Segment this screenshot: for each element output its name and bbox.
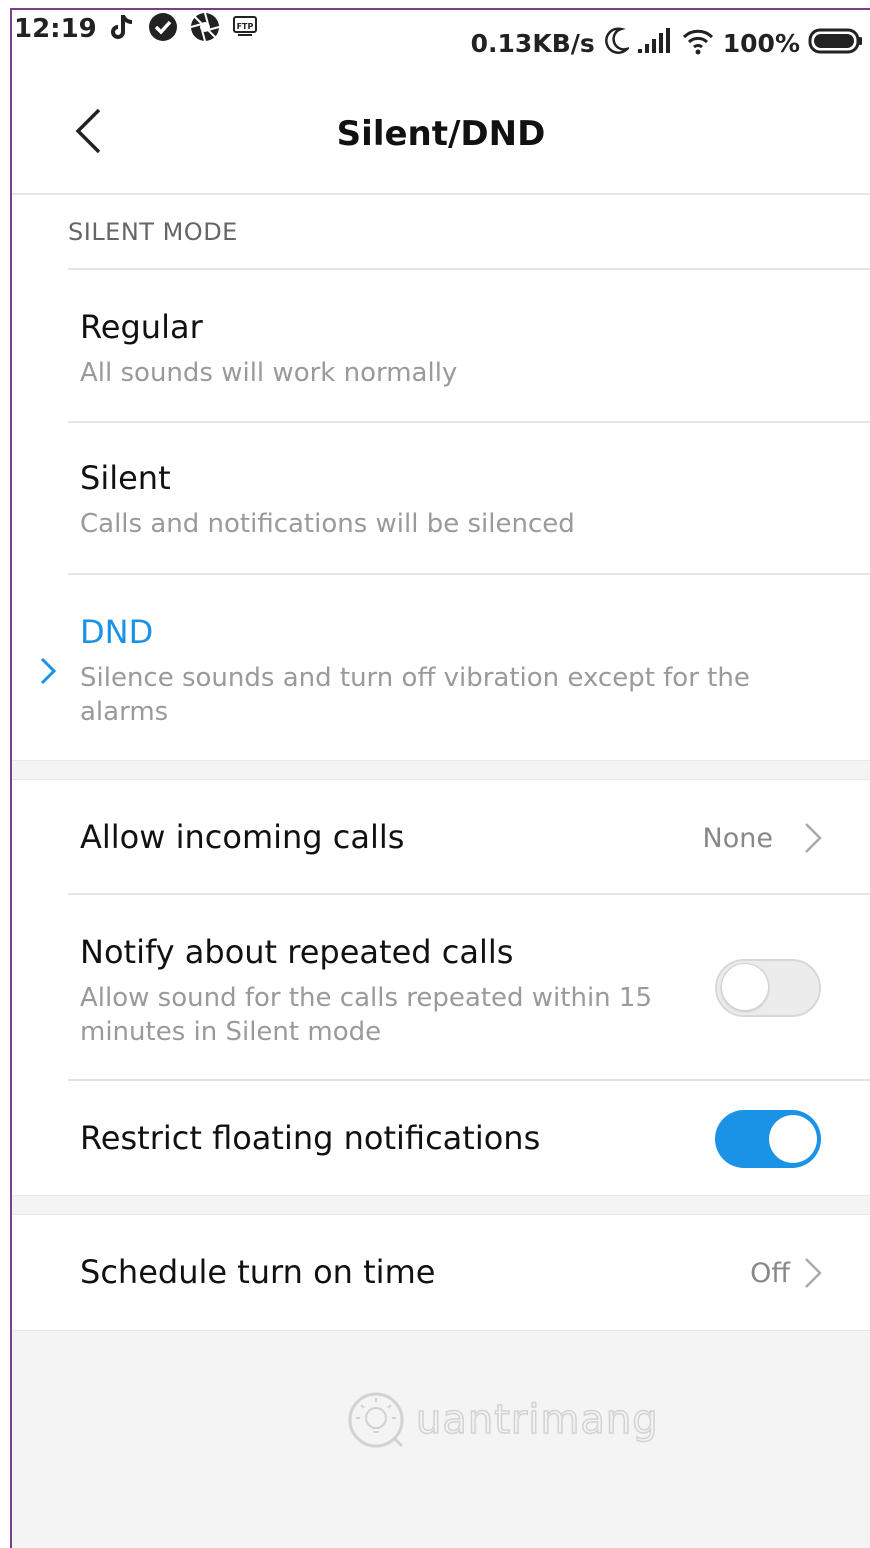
watermark-logo: uantrimang [346, 1388, 659, 1452]
row-title: Schedule turn on time [80, 1253, 436, 1291]
lightbulb-icon [348, 1392, 404, 1448]
restrict-floating-row: Restrict floating notifications [12, 1081, 870, 1195]
allow-incoming-calls-row[interactable]: Allow incoming calls None [12, 780, 870, 893]
mode-option-subtitle: Calls and notifications will be silenced [80, 509, 575, 539]
mode-option-dnd[interactable]: DND Silence sounds and turn off vibratio… [12, 575, 870, 760]
mode-option-silent[interactable]: Silent Calls and notifications will be s… [12, 423, 870, 574]
tiktok-icon [108, 12, 136, 46]
section-label-silent-mode: SILENT MODE [68, 218, 238, 246]
wifi-icon [681, 27, 715, 59]
svg-text:FTP: FTP [237, 22, 254, 31]
toggle-knob [721, 963, 769, 1011]
row-subtitle: Allow sound for the calls repeated withi… [80, 983, 652, 1047]
battery-percent: 100% [722, 28, 800, 58]
frame-border-top [10, 8, 870, 10]
screen: 12:19 FTP 0.13KB/s 100% Silent/DND SILEN… [0, 0, 870, 1548]
mode-option-title: DND [80, 613, 154, 651]
mode-option-title: Regular [80, 308, 203, 346]
chevron-right-icon [40, 657, 57, 689]
header-divider [12, 193, 870, 195]
watermark-text: uantrimang [415, 1396, 659, 1444]
restrict-floating-toggle[interactable] [715, 1110, 821, 1168]
status-right: 0.13KB/s 100% [471, 26, 864, 60]
signal-icon [637, 27, 673, 59]
app-header: Silent/DND [12, 80, 870, 193]
page-title: Silent/DND [336, 114, 546, 154]
section-gap [12, 1195, 870, 1215]
ftp-icon: FTP [232, 14, 258, 44]
network-speed: 0.13KB/s [470, 28, 595, 58]
notify-repeated-calls-toggle[interactable] [715, 959, 821, 1017]
moon-icon [603, 26, 631, 60]
mode-option-subtitle: All sounds will work normally [80, 358, 458, 388]
status-left-icons: FTP [108, 12, 258, 46]
chevron-right-icon [804, 1257, 822, 1293]
row-value: Off [750, 1258, 790, 1289]
row-title: Restrict floating notifications [80, 1119, 541, 1157]
mode-option-regular[interactable]: Regular All sounds will work normally [12, 270, 870, 422]
toggle-knob [769, 1115, 817, 1163]
section-gap [12, 760, 870, 780]
row-title: Notify about repeated calls [80, 933, 514, 971]
mode-option-subtitle: Silence sounds and turn off vibration ex… [80, 663, 750, 727]
schedule-turn-on-row[interactable]: Schedule turn on time Off [12, 1215, 870, 1329]
chevron-right-icon [804, 822, 822, 858]
row-title: Allow incoming calls [80, 818, 405, 856]
check-circle-icon [148, 12, 178, 46]
battery-icon [808, 27, 864, 59]
aperture-icon [190, 12, 220, 46]
status-time: 12:19 [14, 14, 97, 44]
mode-option-title: Silent [80, 459, 171, 497]
row-value: None [702, 823, 773, 854]
notify-repeated-calls-row: Notify about repeated calls Allow sound … [12, 895, 870, 1080]
